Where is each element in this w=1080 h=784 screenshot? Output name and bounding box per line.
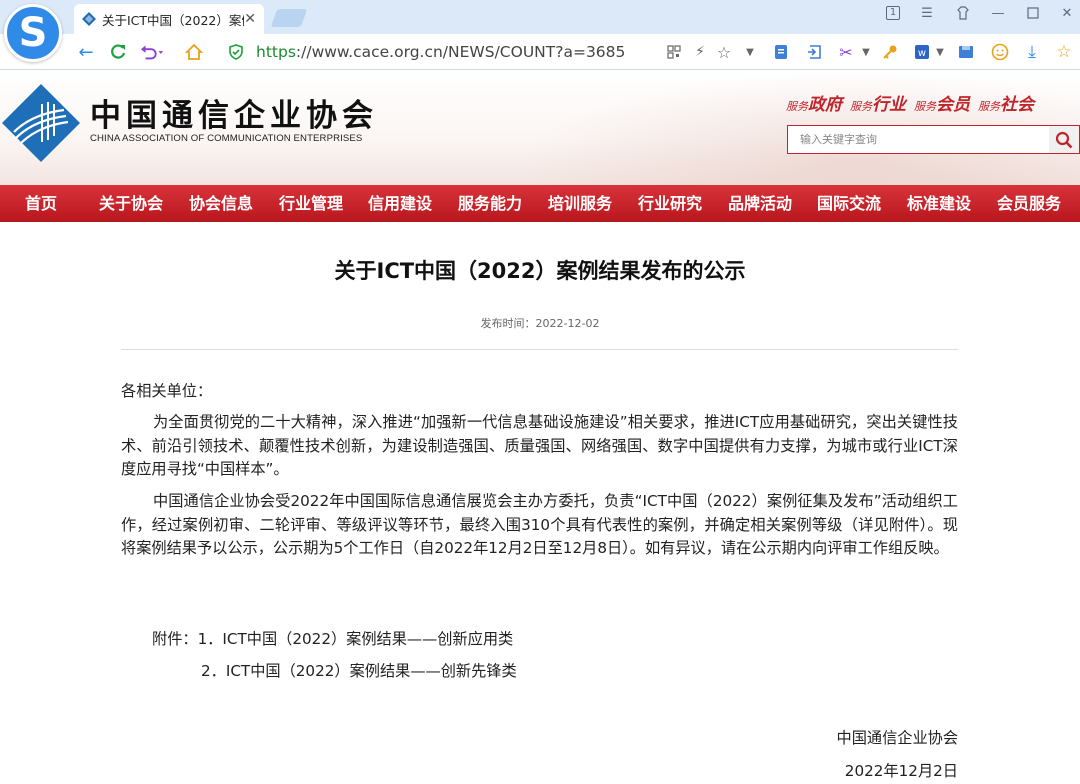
star-icon[interactable]: ☆ <box>714 42 734 62</box>
scissors-icon[interactable]: ✂ <box>836 42 856 62</box>
title-divider <box>121 349 958 350</box>
screenshot-icon[interactable] <box>771 42 791 62</box>
word-dropdown-icon[interactable]: ▼ <box>930 42 950 62</box>
key-icon[interactable] <box>880 42 900 62</box>
paragraph-1: 为全面贯彻党的二十大精神，深入推进“加强新一代信息基础设施建设”相关要求，推进I… <box>121 413 958 478</box>
tab-count-icon[interactable]: 1 <box>878 2 908 24</box>
chevron-down-icon[interactable]: ▼ <box>740 42 760 62</box>
signature-date: 2022年12月2日 <box>844 762 958 780</box>
nav-item-brand-events[interactable]: 品牌活动 <box>728 185 792 222</box>
tab-title: 关于ICT中国（2022）案例结果发布的公示 <box>102 12 244 28</box>
org-name-chinese[interactable]: 中国通信企业协会 <box>90 90 378 135</box>
close-window-icon[interactable]: ✕ <box>1052 2 1080 24</box>
slogan-industry: 服务行业 <box>850 95 906 115</box>
site-search <box>787 125 1080 154</box>
slogan-members: 服务会员 <box>914 95 970 115</box>
tab-count-value: 1 <box>885 6 901 20</box>
service-slogans: 服务政府 服务行业 服务会员 服务社会 <box>786 90 1080 115</box>
save-icon[interactable] <box>956 42 976 62</box>
download-icon[interactable]: ⤓ <box>1022 42 1042 62</box>
shield-icon[interactable] <box>228 44 244 60</box>
minimize-icon[interactable]: — <box>983 2 1013 24</box>
qr-code-icon[interactable] <box>664 42 684 62</box>
nav-item-home[interactable]: 首页 <box>25 185 57 222</box>
site-favicon-icon <box>82 12 96 26</box>
site-header: 中国通信企业协会 CHINA ASSOCIATION OF COMMUNICAT… <box>0 70 1080 185</box>
tab-bar: 关于ICT中国（2022）案例结果发布的公示 ✕ 1 ☰ — ✕ <box>0 0 1080 34</box>
publish-time: 发布时间：2022-12-02 <box>480 317 600 330</box>
sidebar-toggle-icon[interactable] <box>805 42 825 62</box>
address-bar: ← https://www.cace.org.cn/NEWS/COUNT?a=3… <box>0 34 1080 70</box>
nav-item-training[interactable]: 培训服务 <box>548 185 612 222</box>
favorites-icon[interactable]: ☆ <box>1054 42 1074 62</box>
nav-item-service-capability[interactable]: 服务能力 <box>458 185 522 222</box>
nav-item-standards[interactable]: 标准建设 <box>907 185 971 222</box>
search-button[interactable] <box>1049 126 1079 153</box>
tab-close-icon[interactable]: ✕ <box>244 10 256 28</box>
org-name-english: CHINA ASSOCIATION OF COMMUNICATION ENTER… <box>90 133 363 144</box>
url-field[interactable]: https://www.cace.org.cn/NEWS/COUNT?a=368… <box>228 38 658 66</box>
nav-item-research[interactable]: 行业研究 <box>638 185 702 222</box>
nav-item-info[interactable]: 协会信息 <box>189 185 253 222</box>
browser-tab-active[interactable]: 关于ICT中国（2022）案例结果发布的公示 ✕ <box>74 4 264 34</box>
url-protocol: https <box>256 43 296 61</box>
search-input[interactable] <box>788 126 1050 153</box>
home-icon[interactable] <box>182 40 206 64</box>
url-text: https://www.cace.org.cn/NEWS/COUNT?a=368… <box>256 43 625 61</box>
word-icon[interactable]: w <box>912 42 932 62</box>
back-arrow-icon[interactable]: ← <box>74 40 98 64</box>
emoji-icon[interactable] <box>990 42 1010 62</box>
maximize-icon[interactable] <box>1018 2 1048 24</box>
skin-icon[interactable] <box>948 2 978 24</box>
nav-item-international[interactable]: 国际交流 <box>817 185 881 222</box>
paragraph-2: 中国通信企业协会受2022年中国国际信息通信展览会主办方委托，负责“ICT中国（… <box>121 492 958 557</box>
browser-chrome: 关于ICT中国（2022）案例结果发布的公示 ✕ 1 ☰ — ✕ ← https… <box>0 0 1080 70</box>
signature-organization: 中国通信企业协会 <box>836 729 959 747</box>
lightning-icon[interactable]: ⚡ <box>690 42 710 62</box>
nav-item-member-services[interactable]: 会员服务 <box>997 185 1061 222</box>
scissors-dropdown-icon[interactable]: ▼ <box>856 42 876 62</box>
article-title: 关于ICT中国（2022）案例结果发布的公示 <box>334 259 746 283</box>
slogan-government: 服务政府 <box>786 95 842 115</box>
undo-icon[interactable] <box>140 40 164 64</box>
salutation: 各相关单位： <box>121 382 213 400</box>
menu-icon[interactable]: ☰ <box>912 2 942 24</box>
attachment-link-1[interactable]: 附件：1．ICT中国（2022）案例结果——创新应用类 <box>152 627 513 649</box>
refresh-icon[interactable] <box>106 40 130 64</box>
svg-text:w: w <box>918 48 926 59</box>
attachment-link-2[interactable]: 2．ICT中国（2022）案例结果——创新先锋类 <box>201 659 517 681</box>
search-icon <box>1055 131 1073 148</box>
nav-item-about[interactable]: 关于协会 <box>99 185 163 222</box>
new-tab-button[interactable] <box>270 9 308 27</box>
nav-item-industry-management[interactable]: 行业管理 <box>279 185 343 222</box>
slogan-society: 服务社会 <box>978 95 1034 115</box>
url-path: ://www.cace.org.cn/NEWS/COUNT?a=3685 <box>295 43 626 61</box>
nav-item-credit[interactable]: 信用建设 <box>368 185 432 222</box>
article-content: 关于ICT中国（2022）案例结果发布的公示 发布时间：2022-12-02 各… <box>0 222 1080 784</box>
main-navigation: 首页 关于协会 协会信息 行业管理 信用建设 服务能力 培训服务 行业研究 品牌… <box>0 185 1080 222</box>
association-logo-icon[interactable] <box>2 84 80 162</box>
sogou-browser-logo[interactable]: S <box>4 4 62 62</box>
